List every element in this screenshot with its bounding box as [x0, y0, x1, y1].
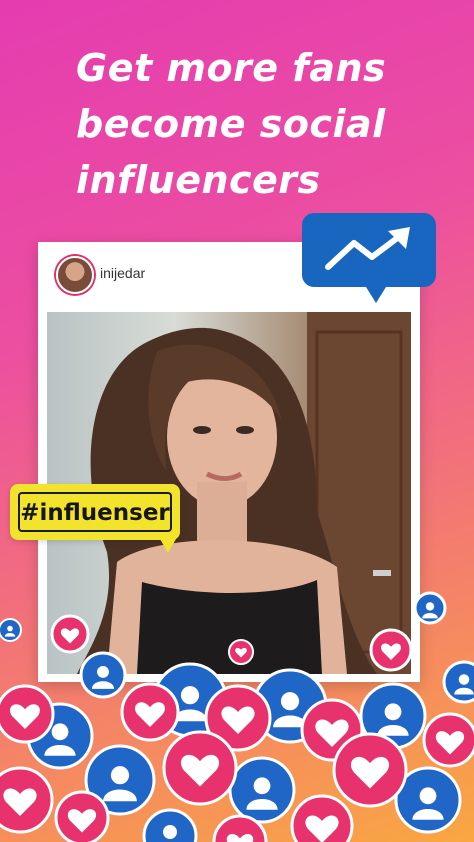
- hashtag-label: #influenser: [20, 500, 170, 526]
- heart-icon: [204, 684, 272, 752]
- heart-icon: [290, 794, 354, 842]
- user-icon: [26, 702, 94, 770]
- hashtag-badge: #influenser: [10, 484, 180, 553]
- user-icon: [142, 808, 198, 842]
- avatar: [56, 256, 94, 294]
- trending-up-icon: [325, 227, 410, 270]
- headline-line-1: Get more fans: [76, 46, 387, 90]
- heart-icon: [120, 682, 180, 742]
- post-username: inijedar: [100, 265, 146, 281]
- promo-screen: Get more fans become social influencers …: [0, 0, 474, 842]
- heart-icon: [54, 790, 110, 842]
- headline: Get more fans become social influencers: [76, 40, 456, 208]
- heart-icon: [332, 732, 408, 808]
- hashtag-frame: #influenser: [18, 492, 172, 532]
- trending-badge: [302, 213, 436, 303]
- headline-line-2: become social: [76, 102, 386, 146]
- user-icon: [0, 618, 22, 642]
- heart-icon: [422, 712, 474, 768]
- heart-icon: [0, 766, 54, 834]
- user-icon: [394, 766, 462, 834]
- heart-icon: [0, 684, 55, 744]
- heart-icon: [300, 698, 364, 762]
- post-card: inijedar: [38, 242, 420, 682]
- user-icon: [84, 744, 156, 816]
- user-icon: [359, 682, 427, 750]
- user-icon: [442, 660, 474, 704]
- headline-line-3: influencers: [76, 158, 321, 202]
- heart-icon: [162, 730, 238, 806]
- heart-icon: [212, 814, 268, 842]
- user-icon: [228, 756, 296, 824]
